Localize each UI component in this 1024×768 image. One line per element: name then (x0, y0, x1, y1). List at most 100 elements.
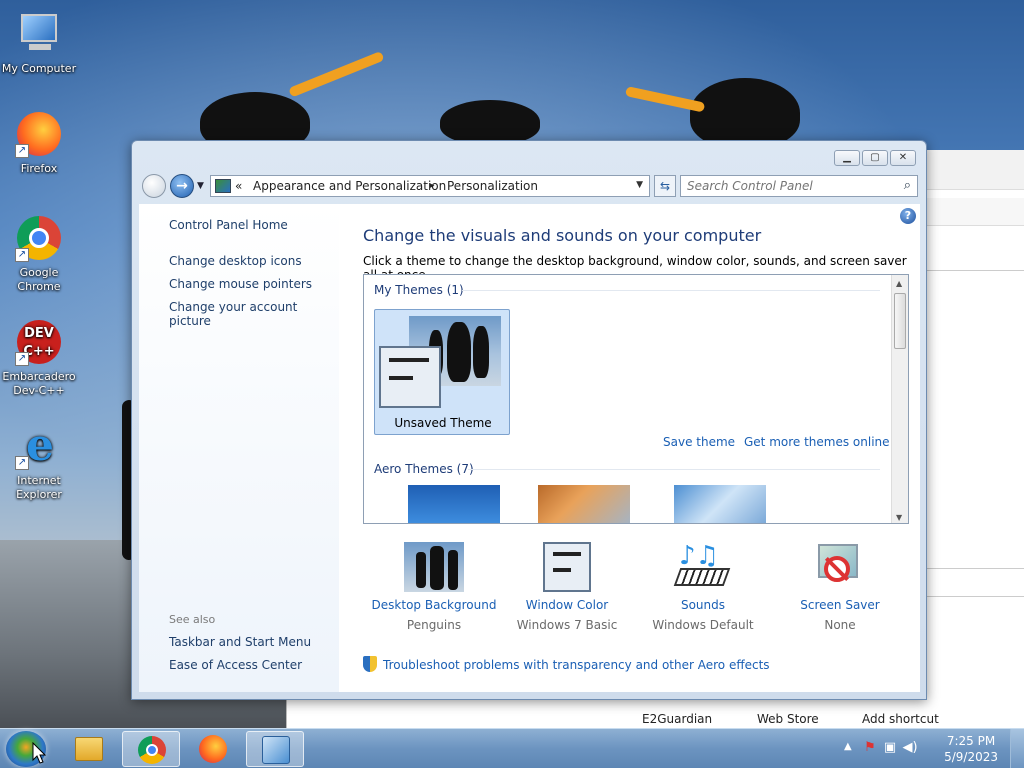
clock[interactable]: 7:25 PM 5/9/2023 (944, 733, 998, 765)
action-center-icon[interactable]: ⚑ (862, 740, 878, 756)
back-button[interactable] (142, 174, 166, 198)
background-bookmarks-bar: E2Guardian Web Store Add shortcut (286, 708, 1024, 730)
breadcrumb-appearance[interactable]: Appearance and Personalization (253, 179, 446, 193)
sounds-icon: ♪♫ (673, 542, 733, 592)
taskbar-app-explorer[interactable] (60, 731, 118, 767)
search-icon[interactable]: ⌕ (904, 178, 911, 193)
scroll-up-icon[interactable]: ▲ (896, 279, 902, 288)
internet-explorer-icon: e ↗ (15, 422, 63, 470)
desktop-icon-google-chrome[interactable]: ↗ Google Chrome (1, 214, 77, 294)
bookmark-web-store[interactable]: Web Store (757, 712, 819, 726)
window-controls: ▁ ▢ ✕ (834, 150, 916, 166)
desktop-icon-internet-explorer[interactable]: e ↗ Internet Explorer (1, 422, 77, 502)
window-color-value: Windows 7 Basic (516, 618, 618, 632)
theme-unsaved[interactable]: Unsaved Theme (374, 309, 510, 435)
desktop-icon-dev-cpp[interactable]: DEV C++ ↗ Embarcadero Dev-C++ (1, 318, 77, 398)
desktop-background-title: Desktop Background (371, 598, 497, 612)
link-taskbar-start-menu[interactable]: Taskbar and Start Menu (169, 635, 311, 649)
left-task-pane: Control Panel Home Change desktop icons … (139, 204, 339, 692)
taskbar-app-chrome[interactable] (122, 731, 180, 767)
screen-saver-button[interactable]: Screen Saver None (770, 542, 910, 632)
wallpaper-penguin (690, 78, 800, 148)
address-dropdown-icon[interactable]: ▼ (636, 180, 643, 190)
link-ease-of-access[interactable]: Ease of Access Center (169, 658, 302, 672)
taskbar: ▲ ⚑ ▣ ◀) 7:25 PM 5/9/2023 (0, 728, 1024, 768)
firefox-icon (199, 735, 227, 763)
address-bar[interactable]: « Appearance and Personalization ▸ Perso… (210, 175, 650, 197)
dev-cpp-icon: DEV C++ ↗ (15, 318, 63, 366)
control-panel-icon (262, 736, 290, 764)
window-color-title: Window Color (525, 598, 609, 612)
sounds-button[interactable]: ♪♫ Sounds Windows Default (633, 542, 773, 632)
desktop-background-icon (404, 542, 464, 592)
system-tray: ▲ ⚑ ▣ ◀) 7:25 PM 5/9/2023 (834, 729, 1024, 768)
breadcrumb-overflow[interactable]: « (235, 179, 242, 193)
folder-icon (75, 737, 103, 761)
get-more-themes-link[interactable]: Get more themes online (744, 435, 890, 449)
recent-pages-dropdown[interactable]: ▼ (197, 181, 204, 191)
theme-list-scrollbar[interactable]: ▲ ▼ (891, 275, 908, 523)
search-box[interactable]: ⌕ (680, 175, 918, 197)
desktop-icon-label: My Computer (1, 62, 77, 75)
chrome-icon (138, 736, 166, 764)
show-desktop-button[interactable] (1010, 729, 1024, 768)
theme-aero-architecture[interactable] (538, 485, 630, 523)
clock-date: 5/9/2023 (944, 750, 998, 764)
sounds-title: Sounds (680, 598, 726, 612)
taskbar-app-control-panel[interactable] (246, 731, 304, 767)
help-icon[interactable]: ? (900, 208, 916, 224)
control-panel-icon (215, 179, 231, 193)
desktop-icon-label: Internet Explorer (16, 474, 62, 501)
theme-color-swatch (379, 346, 441, 408)
chrome-icon: ↗ (15, 214, 63, 262)
window-color-button[interactable]: Window Color Windows 7 Basic (497, 542, 637, 632)
theme-aero-windows[interactable] (408, 485, 500, 523)
theme-label: Unsaved Theme (394, 416, 492, 430)
desktop-background-button[interactable]: Desktop Background Penguins (364, 542, 504, 632)
link-change-account-picture[interactable]: Change your account picture (169, 300, 339, 328)
page-title: Change the visuals and sounds on your co… (363, 226, 762, 245)
see-also-label: See also (169, 613, 216, 626)
theme-list: My Themes (1) Unsaved Theme Save theme G… (363, 274, 909, 524)
troubleshoot-link[interactable]: Troubleshoot problems with transparency … (363, 656, 770, 672)
forward-button[interactable]: → (170, 174, 194, 198)
bookmark-e2guardian[interactable]: E2Guardian (642, 712, 712, 726)
show-hidden-icons[interactable]: ▲ (844, 741, 852, 752)
desktop-icon-label: Firefox (20, 162, 58, 175)
refresh-button[interactable]: ⇆ (654, 175, 676, 197)
link-change-mouse-pointers[interactable]: Change mouse pointers (169, 277, 312, 291)
volume-icon[interactable]: ◀) (902, 740, 918, 756)
window-color-icon (543, 542, 591, 592)
screen-saver-value: None (824, 618, 856, 632)
breadcrumb-personalization[interactable]: Personalization (447, 179, 538, 193)
wallpaper-penguin (440, 100, 540, 144)
desktop-icon-label: Google Chrome (17, 266, 61, 293)
close-button[interactable]: ✕ (890, 150, 916, 166)
search-input[interactable] (687, 177, 887, 195)
save-theme-link[interactable]: Save theme (663, 435, 735, 449)
screen-saver-title: Screen Saver (800, 598, 880, 612)
scroll-down-icon[interactable]: ▼ (896, 513, 902, 522)
content-pane: Control Panel Home Change desktop icons … (139, 204, 920, 692)
scroll-thumb[interactable] (894, 293, 906, 349)
sounds-value: Windows Default (652, 618, 754, 632)
clock-time: 7:25 PM (946, 734, 996, 748)
desktop-icon-firefox[interactable]: ↗ Firefox (1, 110, 77, 176)
breadcrumb-separator[interactable]: ▸ (430, 181, 435, 191)
troubleshoot-link-text: Troubleshoot problems with transparency … (383, 658, 770, 672)
minimize-button[interactable]: ▁ (834, 150, 860, 166)
theme-aero-characters[interactable] (674, 485, 766, 523)
computer-icon (15, 10, 63, 58)
screen-saver-icon (810, 542, 870, 592)
firefox-icon: ↗ (15, 110, 63, 158)
desktop-background-value: Penguins (406, 618, 462, 632)
maximize-button[interactable]: ▢ (862, 150, 888, 166)
desktop-icon-my-computer[interactable]: My Computer (1, 10, 77, 76)
link-control-panel-home[interactable]: Control Panel Home (169, 218, 288, 232)
aero-themes-header[interactable]: Aero Themes (7) (374, 462, 474, 476)
link-change-desktop-icons[interactable]: Change desktop icons (169, 254, 302, 268)
taskbar-app-firefox[interactable] (184, 731, 242, 767)
bookmark-add-shortcut[interactable]: Add shortcut (862, 712, 939, 726)
my-themes-header[interactable]: My Themes (1) (374, 283, 464, 297)
network-icon[interactable]: ▣ (882, 740, 898, 756)
